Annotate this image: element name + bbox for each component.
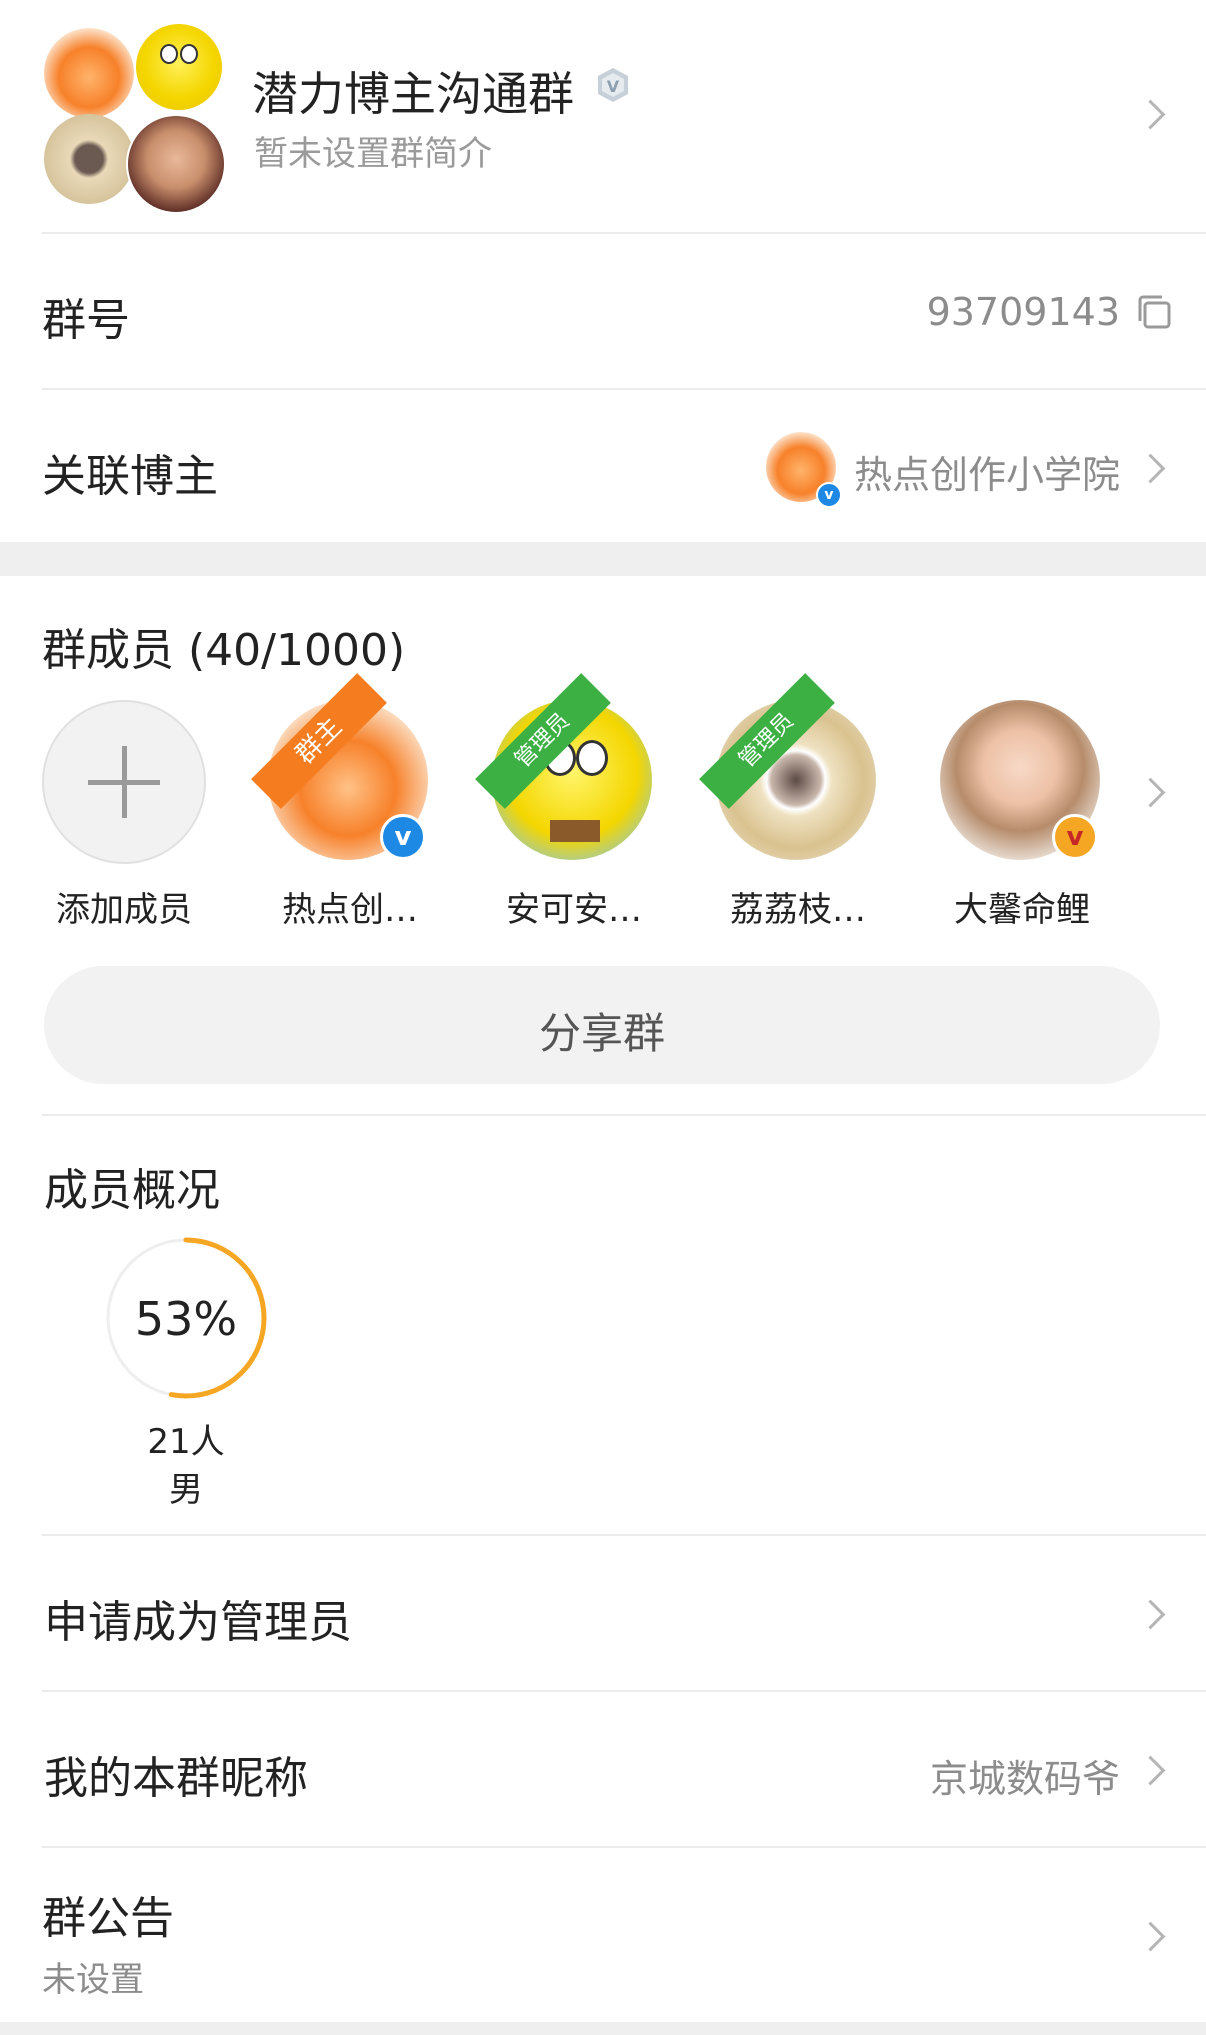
group-header[interactable]: 潜力博主沟通群 V 暂未设置群简介 (0, 0, 1206, 232)
member-name: 荔荔枝… (730, 890, 866, 930)
copy-icon[interactable] (1136, 294, 1172, 330)
add-member-button[interactable]: 添加成员 (42, 700, 206, 930)
group-avatar (44, 22, 226, 214)
gold-verified-icon: v (1052, 814, 1098, 860)
male-label: 男 (169, 1470, 203, 1510)
male-count: 21人 (147, 1422, 225, 1462)
group-notice-label: 群公告 (42, 1893, 174, 1944)
svg-text:V: V (607, 77, 620, 96)
group-notice-row[interactable]: 群公告 未设置 (0, 1848, 1206, 2018)
group-intro: 暂未设置群简介 (254, 134, 492, 174)
chevron-right-icon (1135, 453, 1166, 484)
group-name: 潜力博主沟通群 (252, 67, 574, 121)
linked-blogger-row[interactable]: 关联博主 v 热点创作小学院 (0, 390, 1206, 542)
members-title: 群成员 (40/1000) (42, 625, 406, 676)
group-id-label: 群号 (42, 295, 130, 346)
member-name: 大馨命鲤 (954, 890, 1090, 930)
share-group-button[interactable]: 分享群 (44, 966, 1160, 1084)
apply-admin-row[interactable]: 申请成为管理员 (0, 1536, 1206, 1690)
overview-title: 成员概况 (44, 1165, 220, 1216)
linked-blogger-name: 热点创作小学院 (853, 453, 1120, 497)
group-notice-value: 未设置 (42, 1960, 144, 2000)
male-ratio-gauge: 53% (104, 1236, 268, 1400)
divider (42, 1114, 1206, 1116)
members-more-chevron-icon[interactable] (1135, 777, 1166, 808)
member-name: 热点创… (282, 890, 418, 930)
verified-badge-icon: V (594, 66, 632, 104)
apply-admin-label: 申请成为管理员 (44, 1597, 352, 1648)
member-name: 安可安… (506, 890, 642, 930)
member-item[interactable]: 管理员 安可安… (474, 673, 674, 936)
member-item[interactable]: 群主 v 热点创… (250, 673, 450, 936)
plus-icon (42, 700, 206, 864)
my-nickname-label: 我的本群昵称 (44, 1753, 308, 1804)
linked-blogger-label: 关联博主 (42, 451, 218, 502)
my-nickname-value: 京城数码爷 (929, 1757, 1120, 1801)
add-member-label: 添加成员 (56, 890, 192, 930)
verified-icon: v (380, 814, 426, 860)
group-id-row[interactable]: 群号 93709143 (0, 234, 1206, 388)
share-group-label: 分享群 (538, 1009, 665, 1058)
chevron-right-icon (1135, 1921, 1166, 1952)
member-item[interactable]: 管理员 荔荔枝… (698, 673, 898, 936)
verified-icon: v (816, 482, 842, 508)
avatar-girl (44, 114, 134, 204)
avatar-spongebob (134, 22, 224, 112)
male-percent: 53% (134, 1292, 238, 1346)
chevron-right-icon (1135, 1755, 1166, 1786)
avatar-hotspot (44, 28, 134, 118)
section-separator (0, 542, 1206, 576)
my-nickname-row[interactable]: 我的本群昵称 京城数码爷 (0, 1692, 1206, 1846)
chevron-right-icon (1135, 99, 1166, 130)
chevron-right-icon (1135, 1599, 1166, 1630)
bottom-separator (0, 2022, 1206, 2035)
group-id-value: 93709143 (926, 290, 1120, 334)
avatar-man (126, 114, 226, 214)
member-item[interactable]: v 大馨命鲤 (922, 686, 1122, 936)
